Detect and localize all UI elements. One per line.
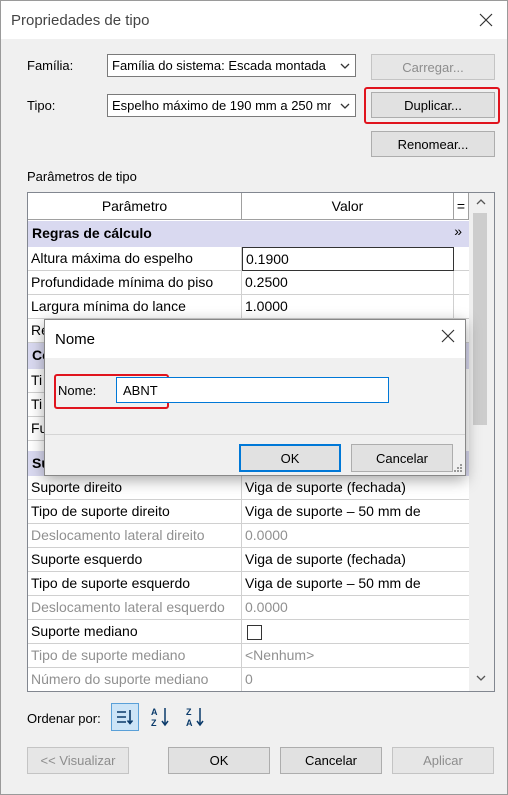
param-value[interactable]: 1.0000	[242, 295, 454, 319]
dialog-divider	[45, 434, 465, 435]
param-name: Altura máxima do espelho	[28, 247, 242, 271]
param-name: Suporte mediano	[28, 620, 242, 644]
formula-cell[interactable]	[454, 295, 470, 319]
param-name: Suporte esquerdo	[28, 548, 242, 572]
vertical-scrollbar[interactable]	[469, 193, 494, 691]
ok-button[interactable]: OK	[168, 747, 270, 774]
family-value: Família do sistema: Escada montada	[112, 58, 326, 73]
window-title: Propriedades de tipo	[11, 12, 150, 29]
param-value[interactable]: 0.2500	[242, 271, 454, 295]
dialog-cancel-button[interactable]: Cancelar	[351, 444, 453, 472]
cancel-button[interactable]: Cancelar	[280, 747, 382, 774]
family-select[interactable]: Família do sistema: Escada montada	[107, 54, 356, 77]
svg-text:A: A	[151, 707, 158, 717]
formula-cell[interactable]	[454, 247, 470, 271]
param-name: Número do suporte mediano	[28, 668, 242, 691]
scroll-thumb[interactable]	[473, 213, 487, 425]
param-name: Suporte direito	[28, 476, 242, 500]
table-row[interactable]: Número do suporte mediano 0	[28, 668, 470, 691]
dialog-ok-button[interactable]: OK	[239, 444, 341, 472]
column-header-equals[interactable]: =	[454, 193, 469, 220]
scroll-down-icon[interactable]	[475, 673, 487, 683]
name-dialog: Nome Nome: ABNT OK Cancelar	[44, 319, 466, 476]
table-row[interactable]: Altura máxima do espelho 0.1900	[28, 247, 470, 271]
param-value	[242, 620, 470, 644]
table-row[interactable]: Profundidade mínima do piso 0.2500	[28, 271, 470, 295]
rename-button[interactable]: Renomear...	[371, 131, 495, 157]
param-value[interactable]: Viga de suporte – 50 mm de	[242, 572, 470, 596]
title-bar: Propriedades de tipo	[1, 1, 507, 39]
table-row[interactable]: Tipo de suporte esquerdo Viga de suporte…	[28, 572, 470, 596]
sort-group-button[interactable]	[111, 703, 139, 731]
table-row[interactable]: Largura mínima do lance 1.0000	[28, 295, 470, 319]
table-row[interactable]: Suporte direito Viga de suporte (fechada…	[28, 476, 470, 500]
dialog-title: Nome	[55, 331, 96, 348]
param-name: Deslocamento lateral direito	[28, 524, 242, 548]
param-value[interactable]: Viga de suporte – 50 mm de	[242, 500, 470, 524]
column-header-parameter[interactable]: Parâmetro	[28, 193, 242, 220]
svg-text:Z: Z	[151, 718, 157, 728]
sort-ascending-button[interactable]: A Z	[146, 703, 174, 731]
table-row[interactable]: Tipo de suporte mediano <Nenhum>	[28, 644, 470, 668]
name-label: Nome:	[58, 383, 97, 398]
collapse-icon[interactable]: »	[454, 223, 462, 239]
table-row[interactable]: Deslocamento lateral esquerdo 0.0000	[28, 596, 470, 620]
table-row[interactable]: Suporte mediano	[28, 620, 470, 644]
sort-descending-button[interactable]: Z A	[181, 703, 209, 731]
group-title: Regras de cálculo	[32, 225, 152, 241]
type-select[interactable]: Espelho máximo de 190 mm a 250 mm	[107, 94, 356, 117]
chevron-down-icon	[340, 63, 350, 69]
type-value: Espelho máximo de 190 mm a 250 mm	[112, 98, 331, 113]
chevron-down-icon	[340, 103, 350, 109]
param-name: Tipo de suporte esquerdo	[28, 572, 242, 596]
svg-text:A: A	[186, 718, 193, 728]
param-name: Deslocamento lateral esquerdo	[28, 596, 242, 620]
sort-group-icon	[117, 710, 134, 725]
name-input[interactable]: ABNT	[116, 377, 389, 403]
family-label: Família:	[27, 58, 74, 73]
param-name: Profundidade mínima do piso	[28, 271, 242, 295]
close-icon[interactable]	[441, 329, 455, 346]
svg-text:Z: Z	[186, 707, 192, 717]
param-value-input[interactable]: 0.1900	[242, 247, 454, 271]
param-value[interactable]: 0.0000	[242, 596, 470, 620]
param-value[interactable]: 0.0000	[242, 524, 470, 548]
scroll-up-icon[interactable]	[475, 197, 487, 207]
type-properties-window: Propriedades de tipo Família: Família do…	[0, 0, 508, 795]
close-icon[interactable]	[473, 7, 499, 33]
middle-support-checkbox[interactable]	[247, 624, 262, 640]
param-value[interactable]: <Nenhum>	[242, 644, 470, 668]
apply-button[interactable]: Aplicar	[392, 747, 494, 774]
resize-grip-icon[interactable]	[453, 463, 463, 473]
load-button[interactable]: Carregar...	[371, 54, 495, 80]
param-value[interactable]: 0	[242, 668, 470, 691]
column-header-value[interactable]: Valor	[242, 193, 454, 220]
group-calculation-rules[interactable]: Regras de cálculo »	[28, 221, 470, 247]
param-value[interactable]: Viga de suporte (fechada)	[242, 476, 470, 500]
param-name: Tipo de suporte direito	[28, 500, 242, 524]
param-name: Tipo de suporte mediano	[28, 644, 242, 668]
formula-cell[interactable]	[454, 271, 470, 295]
preview-button[interactable]: << Visualizar	[27, 747, 129, 774]
type-label: Tipo:	[27, 98, 56, 113]
sort-descending-icon: Z A	[186, 707, 204, 728]
param-value[interactable]: Viga de suporte (fechada)	[242, 548, 470, 572]
dialog-title-bar: Nome	[45, 320, 465, 358]
table-row[interactable]: Tipo de suporte direito Viga de suporte …	[28, 500, 470, 524]
duplicate-button[interactable]: Duplicar...	[371, 92, 495, 118]
type-parameters-label: Parâmetros de tipo	[27, 169, 137, 184]
table-row[interactable]: Deslocamento lateral direito 0.0000	[28, 524, 470, 548]
sort-ascending-icon: A Z	[151, 707, 169, 728]
table-row[interactable]: Suporte esquerdo Viga de suporte (fechad…	[28, 548, 470, 572]
param-name: Largura mínima do lance	[28, 295, 242, 319]
sort-by-label: Ordenar por:	[27, 711, 101, 726]
